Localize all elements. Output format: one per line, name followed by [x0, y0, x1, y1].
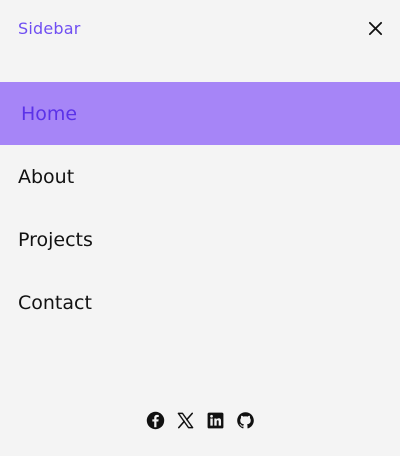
sidebar-header: Sidebar	[0, 0, 400, 58]
x-twitter-link[interactable]	[175, 410, 195, 430]
nav-item-home[interactable]: Home	[0, 82, 400, 145]
nav-item-projects[interactable]: Projects	[0, 208, 400, 271]
facebook-link[interactable]	[145, 410, 165, 430]
close-icon	[368, 21, 382, 35]
github-link[interactable]	[235, 410, 255, 430]
sidebar-title: Sidebar	[18, 19, 81, 38]
nav-item-contact[interactable]: Contact	[0, 271, 400, 334]
github-icon	[236, 411, 254, 428]
sidebar-panel: Sidebar Home About Projects Contact	[0, 0, 400, 456]
nav-item-label: Home	[21, 102, 78, 125]
facebook-icon	[146, 411, 164, 429]
nav-item-about[interactable]: About	[0, 145, 400, 208]
linkedin-icon	[207, 412, 223, 428]
close-button[interactable]	[364, 17, 386, 39]
sidebar-nav: Home About Projects Contact	[0, 82, 400, 334]
social-links	[0, 408, 400, 432]
linkedin-link[interactable]	[205, 410, 225, 430]
nav-item-label: About	[18, 165, 75, 188]
nav-item-label: Contact	[18, 291, 92, 314]
nav-item-label: Projects	[18, 228, 93, 251]
x-twitter-icon	[177, 412, 193, 428]
